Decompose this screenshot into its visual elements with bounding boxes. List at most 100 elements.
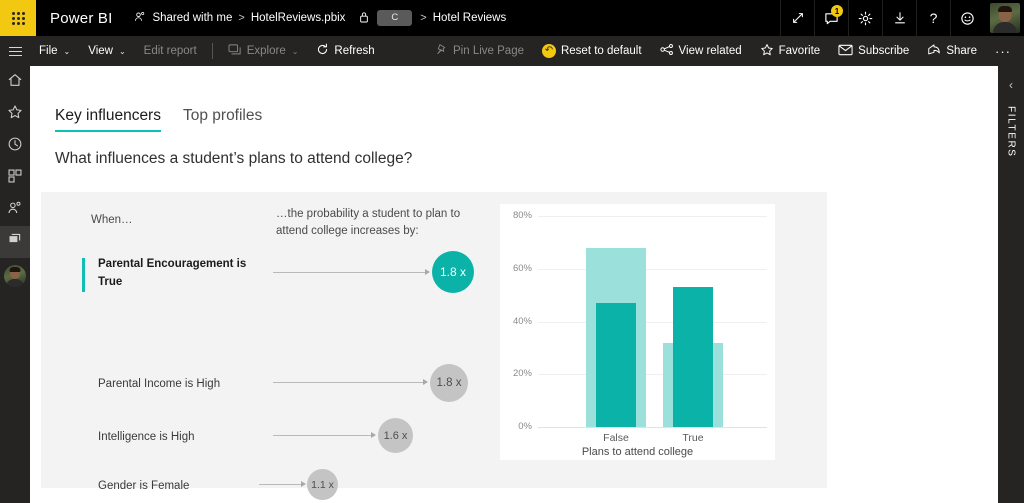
chevron-down-icon: ⌄ xyxy=(291,46,299,56)
shared-with-me-icon xyxy=(7,200,23,221)
gridline-60 xyxy=(538,268,767,270)
share-label: Share xyxy=(946,45,977,57)
influence-bubble[interactable]: 1.6 x xyxy=(378,418,413,453)
clock-icon xyxy=(7,136,23,157)
influence-bubble[interactable]: 1.1 x xyxy=(307,469,338,500)
avatar[interactable] xyxy=(4,265,26,287)
connector-line xyxy=(273,272,425,273)
key-influencers-visual: Key influencers Top profiles What influe… xyxy=(30,66,998,503)
refresh-icon xyxy=(316,43,329,59)
apps-grid-icon xyxy=(7,168,23,189)
feedback-icon[interactable] xyxy=(950,0,984,36)
expand-icon[interactable] xyxy=(780,0,814,36)
help-glyph: ? xyxy=(929,10,938,26)
influencer-label-line1: Intelligence is High xyxy=(98,431,195,443)
notifications-icon[interactable]: 1 xyxy=(814,0,848,36)
x-axis-tick-false: False xyxy=(603,432,629,444)
hamburger-lines xyxy=(8,44,22,59)
filters-pane-label: FILTERS xyxy=(1005,106,1017,158)
more-options-button[interactable]: ··· xyxy=(986,36,1020,66)
chevron-left-icon[interactable]: ‹ xyxy=(1009,78,1013,92)
view-related-label: View related xyxy=(678,45,742,57)
sidebar-item-home[interactable] xyxy=(0,66,30,98)
sidebar-item-favorites[interactable] xyxy=(0,98,30,130)
influencer-label: Intelligence is High xyxy=(98,429,273,447)
home-icon xyxy=(7,72,23,93)
y-axis-tick-80: 80% xyxy=(512,210,532,221)
refresh-label: Refresh xyxy=(334,45,375,57)
header-actions: 1 ? xyxy=(780,0,1024,36)
y-axis-tick-60: 60% xyxy=(512,262,532,274)
subscribe-button[interactable]: Subscribe xyxy=(829,36,918,66)
user-avatar-nav[interactable] xyxy=(0,258,30,290)
y-axis-tick-0: 0% xyxy=(518,421,532,432)
tab-key-influencers[interactable]: Key influencers xyxy=(55,107,161,132)
brand-title[interactable]: Power BI xyxy=(50,10,112,27)
hamburger-icon[interactable] xyxy=(0,36,30,66)
app-launcher-icon[interactable] xyxy=(0,0,36,36)
more-options-label: ··· xyxy=(995,43,1011,59)
file-menu[interactable]: File ⌄ xyxy=(30,36,79,66)
breadcrumb-separator-1: > xyxy=(238,12,245,24)
influence-value: 1.8 x xyxy=(436,377,462,389)
left-nav-rail xyxy=(0,66,30,503)
gridline-20 xyxy=(538,374,767,376)
breadcrumb: Shared with me > HotelReviews.pbix C > H… xyxy=(134,10,506,26)
sidebar-item-shared-with-me[interactable] xyxy=(0,194,30,226)
refresh-button[interactable]: Refresh xyxy=(307,36,383,66)
star-icon xyxy=(7,104,23,125)
app-header: Power BI Shared with me > HotelReviews.p… xyxy=(0,0,1024,36)
influencer-row-4[interactable]: Gender is Female 1.1 x xyxy=(41,469,481,503)
connector-line xyxy=(273,382,423,383)
influencer-label-line1: Parental Encouragement is xyxy=(98,258,247,270)
filters-pane-collapsed[interactable]: ‹ FILTERS xyxy=(998,66,1024,503)
influencer-row-3[interactable]: Intelligence is High 1.6 x xyxy=(41,418,481,469)
influencer-label: Parental Income is High xyxy=(98,376,273,394)
influence-bubble[interactable]: 1.8 x xyxy=(432,251,474,293)
visual-tabs: Key influencers Top profiles xyxy=(55,107,262,132)
report-canvas: Key influencers Top profiles What influe… xyxy=(30,66,998,503)
arrow-head-icon xyxy=(371,431,376,438)
visual-question: What influences a student’s plans to att… xyxy=(55,150,413,167)
star-icon xyxy=(760,43,774,60)
gridline-0 xyxy=(538,427,767,428)
bookmark-pill[interactable]: C xyxy=(377,10,413,26)
chevron-down-icon: ⌄ xyxy=(63,46,71,56)
sidebar-item-workspaces[interactable] xyxy=(0,226,30,258)
chevron-down-icon: ⌄ xyxy=(118,46,126,56)
influence-bubble[interactable]: 1.8 x xyxy=(430,364,468,402)
pin-icon xyxy=(435,43,448,59)
reset-to-default-button[interactable]: ↶ Reset to default xyxy=(533,36,651,66)
tab-top-profiles[interactable]: Top profiles xyxy=(183,107,262,132)
x-axis-tick-true: True xyxy=(682,432,704,444)
reset-icon: ↶ xyxy=(541,44,556,58)
user-avatar[interactable] xyxy=(990,3,1020,33)
gridline-40 xyxy=(538,321,767,323)
sidebar-item-recent[interactable] xyxy=(0,130,30,162)
influencer-row-1[interactable]: Parental Encouragement is True 1.8 x xyxy=(41,251,481,300)
favorite-button[interactable]: Favorite xyxy=(751,36,830,66)
sidebar-item-apps[interactable] xyxy=(0,162,30,194)
influencer-row-2[interactable]: Parental Income is High 1.8 x xyxy=(41,364,481,416)
explore-menu: Explore ⌄ xyxy=(219,36,308,66)
view-related-button[interactable]: View related xyxy=(651,36,751,66)
gear-icon[interactable] xyxy=(848,0,882,36)
help-icon[interactable]: ? xyxy=(916,0,950,36)
influencer-label-line1: Gender is Female xyxy=(98,480,190,492)
notification-badge: 1 xyxy=(831,5,843,17)
bar-value-true[interactable] xyxy=(673,287,713,427)
share-button[interactable]: Share xyxy=(918,36,986,66)
command-bar-right: Pin Live Page ↶ Reset to default View re… xyxy=(426,36,1024,66)
breadcrumb-shared-with-me[interactable]: Shared with me xyxy=(152,12,232,24)
avatar-body xyxy=(6,279,24,287)
breadcrumb-separator-2: > xyxy=(420,12,427,24)
download-icon[interactable] xyxy=(882,0,916,36)
bar-value-false[interactable] xyxy=(596,303,636,427)
subscribe-label: Subscribe xyxy=(858,45,910,57)
breadcrumb-file[interactable]: HotelReviews.pbix xyxy=(251,12,346,24)
avatar-hair xyxy=(998,6,1012,12)
breadcrumb-page[interactable]: Hotel Reviews xyxy=(433,12,507,24)
command-bar: File ⌄ View ⌄ Edit report Explore ⌄ Refr… xyxy=(0,36,1024,66)
view-menu[interactable]: View ⌄ xyxy=(79,36,134,66)
connector-line xyxy=(273,435,371,436)
